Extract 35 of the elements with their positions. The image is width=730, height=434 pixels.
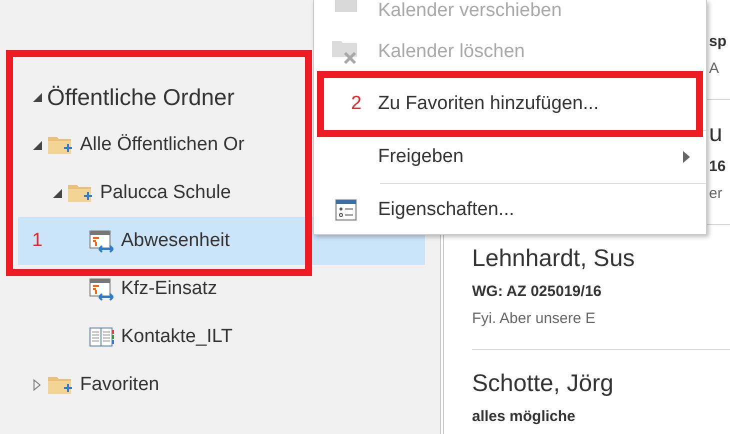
message-subject: sp (709, 32, 728, 52)
expanded-arrow-icon[interactable] (52, 188, 62, 198)
calendar-icon (88, 276, 116, 302)
folder-label: Kfz-Einsatz (121, 278, 218, 300)
menu-label: Kalender löschen (378, 41, 526, 63)
menu-label: Freigeben (378, 146, 465, 168)
expanded-arrow-icon[interactable] (32, 140, 42, 150)
message-subject: 16 (709, 157, 727, 177)
collapsed-arrow-icon[interactable] (33, 379, 41, 391)
folder-item[interactable]: Kfz-Einsatz (18, 265, 425, 313)
message-subject: WG: AZ 025019/16 (472, 282, 602, 302)
folder-item[interactable]: Kontakte_ILT (18, 313, 425, 361)
menu-label: Kalender verschieben (378, 0, 563, 22)
folder-label: Palucca Schule (100, 182, 231, 204)
sender-name: Schotte, Jörg (472, 369, 614, 399)
sender-name: u (709, 119, 724, 149)
folder-label: Favoriten (80, 374, 160, 396)
callout-number: 2 (351, 93, 362, 115)
menu-item[interactable]: 2 Zu Favoriten hinzufügen... (324, 78, 696, 130)
folder-label: Öffentliche Ordner (47, 84, 235, 110)
folder-item[interactable]: Favoriten (18, 361, 425, 409)
message-preview: er (709, 184, 724, 204)
menu-item[interactable]: Freigeben (314, 131, 706, 183)
folder-label: Alle Öffentlichen Or (80, 134, 244, 156)
menu-label: Zu Favoriten hinzufügen... (378, 93, 600, 115)
folder-label: Abwesenheit (121, 230, 230, 252)
callout-number: 1 (32, 230, 43, 252)
sender-name: Lehnhardt, Sus (472, 244, 636, 274)
message-preview: A (709, 59, 720, 79)
expanded-arrow-icon[interactable] (32, 92, 42, 102)
folder-label: Kontakte_ILT (121, 326, 233, 348)
calendar-icon (88, 228, 116, 254)
message-subject: alles mögliche (472, 407, 576, 427)
properties-icon (335, 199, 357, 221)
message-preview: Fyi. Aber unsere E (472, 309, 596, 329)
